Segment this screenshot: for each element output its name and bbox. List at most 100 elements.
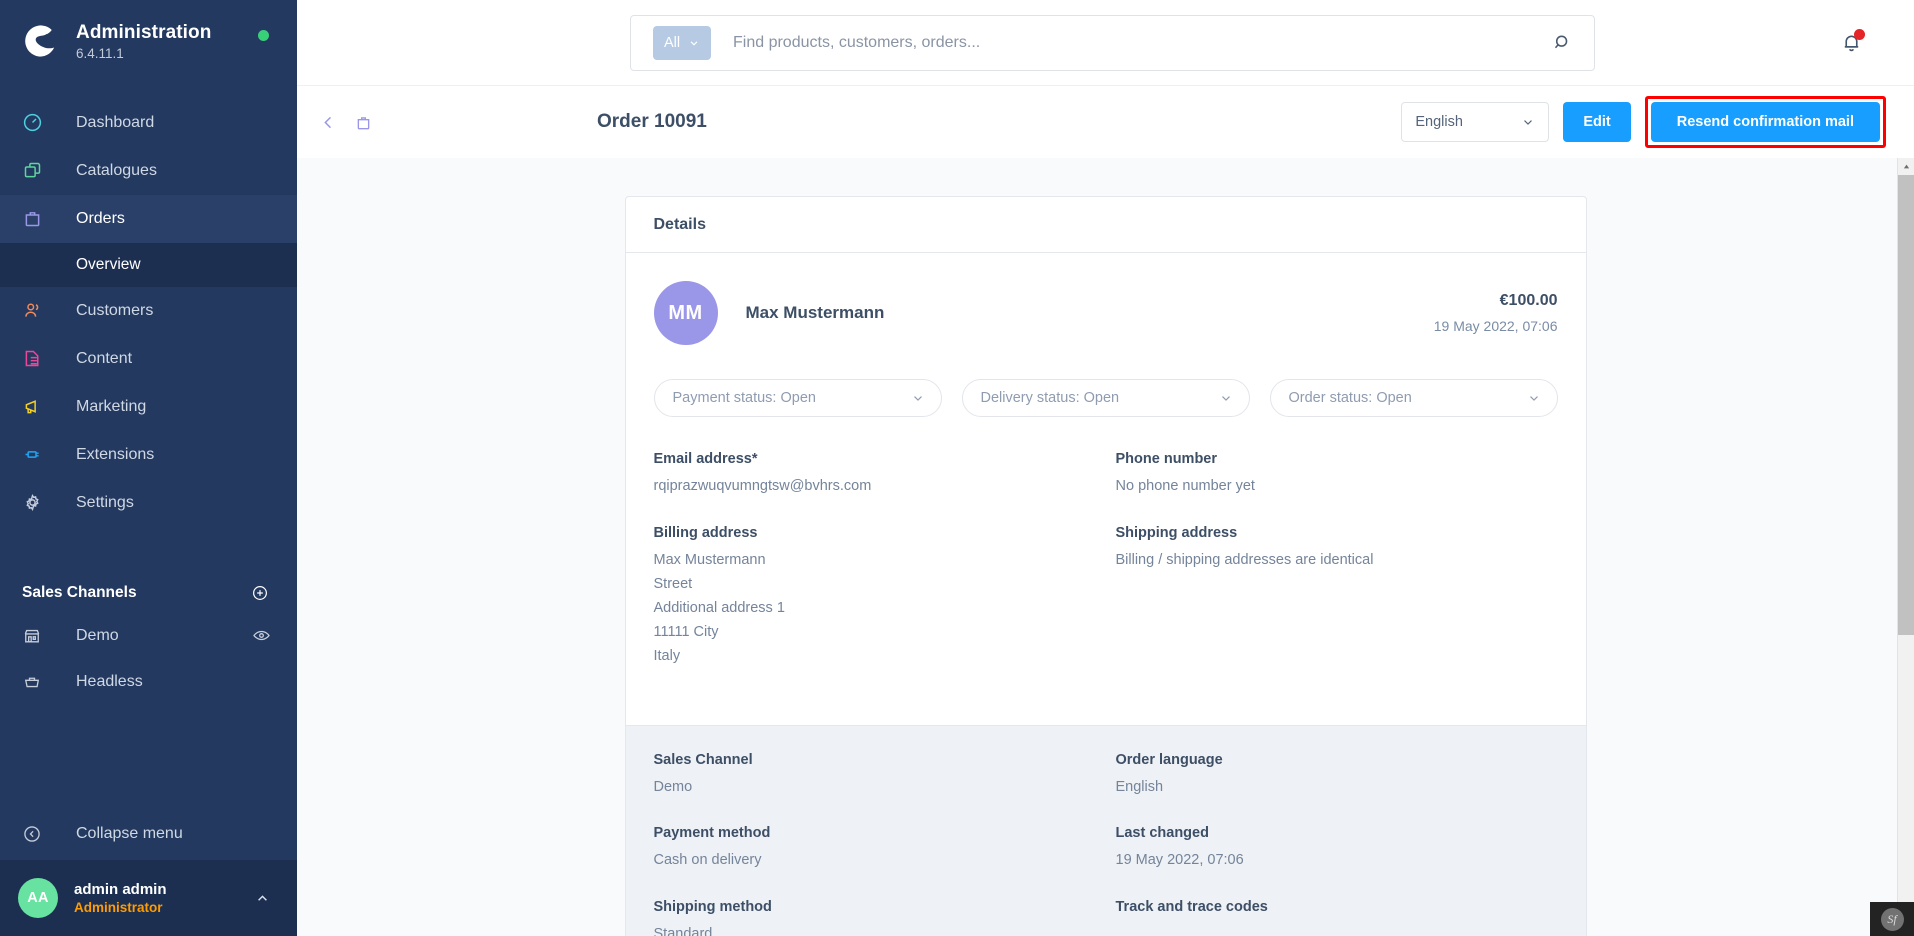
customer-summary: MM Max Mustermann €100.00 19 May 2022, 0… — [653, 281, 1558, 345]
field-value: Billing / shipping addresses are identic… — [1115, 551, 1374, 568]
sidebar-item-label: Content — [76, 349, 133, 367]
field-shipping-method: Shipping method Standard — [654, 899, 1096, 936]
field-sales-channel: Sales Channel Demo — [654, 752, 1096, 800]
scrollbar-thumb[interactable] — [1898, 175, 1914, 635]
collapse-menu-button[interactable]: Collapse menu — [0, 808, 297, 860]
sidebar-item-label: Marketing — [76, 397, 147, 415]
plus-circle-icon[interactable] — [251, 584, 269, 602]
field-value: Standard — [653, 926, 713, 936]
field-payment-method: Payment method Cash on delivery — [654, 825, 1096, 873]
field-value: Max Mustermann Street Additional address… — [653, 551, 785, 664]
edit-button[interactable]: Edit — [1563, 102, 1631, 142]
sidebar-item-customers[interactable]: Customers — [0, 287, 297, 335]
chevron-up-icon[interactable] — [254, 890, 271, 907]
payment-status-select[interactable]: Payment status: Open — [653, 379, 942, 417]
field-label: Shipping address — [1115, 524, 1238, 541]
order-amount: €100.00 — [1499, 292, 1558, 309]
sales-channels-title: Sales Channels — [22, 583, 137, 601]
sidebar-item-catalogues[interactable]: Catalogues — [0, 147, 297, 195]
sidebar-item-label: Dashboard — [76, 113, 155, 131]
sidebar-brand[interactable]: Administration 6.4.11.1 — [0, 0, 297, 85]
sidebar-item-label: Customers — [76, 301, 154, 319]
field-label: Last changed — [1115, 825, 1209, 842]
sidebar-item-marketing[interactable]: Marketing — [0, 383, 297, 431]
sales-channel-label: Headless — [76, 672, 143, 690]
delivery-status-select[interactable]: Delivery status: Open — [961, 379, 1250, 417]
notifications-button[interactable] — [1834, 26, 1868, 60]
smart-bar: Order 10091 English Edit Resend confirma… — [297, 86, 1914, 161]
marketing-icon — [22, 396, 58, 417]
smart-bar-actions: English Edit Resend confirmation mail — [1401, 96, 1886, 148]
chevron-down-icon — [913, 396, 922, 401]
chevron-down-icon — [1529, 396, 1538, 401]
sidebar-item-dashboard[interactable]: Dashboard — [0, 99, 297, 147]
sidebar-item-settings[interactable]: Settings — [0, 479, 297, 527]
resend-confirmation-mail-button[interactable]: Resend confirmation mail — [1650, 102, 1880, 142]
sidebar-item-label: Orders — [76, 209, 125, 227]
global-search[interactable]: All — [630, 14, 1595, 71]
app-root: Administration 6.4.11.1 Dashboard Catalo… — [0, 0, 1914, 936]
symfony-profiler-toolbar[interactable]: Sf — [1870, 902, 1914, 936]
sidebar: Administration 6.4.11.1 Dashboard Catalo… — [0, 0, 297, 936]
symfony-logo-icon: Sf — [1880, 907, 1904, 931]
chevron-down-icon — [690, 40, 698, 46]
status-dot — [258, 30, 269, 41]
meta-fields: Sales Channel Demo Order language Englis… — [654, 752, 1558, 936]
top-search-bar: All — [297, 0, 1914, 86]
sidebar-item-extensions[interactable]: Extensions — [0, 431, 297, 479]
back-button[interactable] — [319, 113, 338, 132]
field-label: Track and trace codes — [1115, 899, 1268, 916]
chevron-left-icon — [324, 116, 332, 128]
user-name: admin admin — [74, 881, 167, 898]
order-status-value: Order status: Open — [1288, 390, 1412, 406]
orders-breadcrumb-button[interactable] — [354, 113, 373, 132]
sidebar-sales-channel-demo[interactable]: Demo — [0, 613, 297, 659]
collapse-menu-label: Collapse menu — [76, 825, 183, 842]
search-scope-label: All — [663, 34, 681, 51]
order-date: 19 May 2022, 07:06 — [1433, 318, 1558, 334]
field-value: No phone number yet — [1115, 478, 1255, 494]
search-scope-dropdown[interactable]: All — [653, 25, 711, 60]
vertical-scrollbar[interactable] — [1897, 158, 1914, 936]
eye-icon[interactable] — [252, 626, 271, 645]
field-phone-number: Phone number No phone number yet — [1116, 451, 1558, 499]
field-label: Email address* — [653, 451, 758, 467]
storefront-icon — [22, 626, 58, 646]
extensions-icon — [22, 444, 58, 465]
field-value: 19 May 2022, 07:06 — [1115, 852, 1244, 869]
sidebar-item-content[interactable]: Content — [0, 335, 297, 383]
sidebar-version: 6.4.11.1 — [76, 45, 124, 61]
payment-status-value: Payment status: Open — [672, 390, 816, 406]
orders-icon — [357, 116, 370, 129]
language-select-value: English — [1415, 114, 1463, 130]
sidebar-item-label: Settings — [76, 493, 134, 511]
sidebar-nav: Dashboard Catalogues Orders Overview Cus… — [0, 99, 297, 527]
search-button[interactable] — [1538, 21, 1586, 65]
sidebar-item-label: Extensions — [76, 445, 155, 463]
field-label: Phone number — [1115, 451, 1218, 467]
sidebar-item-orders[interactable]: Orders — [0, 194, 297, 243]
field-value: Demo — [653, 778, 693, 795]
field-track-and-trace-codes: Track and trace codes — [1116, 899, 1558, 936]
content-area: Details MM Max Mustermann €100.00 19 May… — [297, 158, 1914, 936]
details-card-footer: Sales Channel Demo Order language Englis… — [625, 724, 1586, 936]
customers-icon — [22, 300, 58, 321]
details-card-title: Details — [625, 197, 1586, 253]
scroll-up-arrow[interactable] — [1898, 158, 1914, 175]
field-label: Order language — [1115, 751, 1223, 768]
field-email-address: Email address* rqiprazwuqvumngtsw@bvhrs.… — [654, 451, 1096, 499]
search-input[interactable] — [711, 33, 1538, 52]
language-select[interactable]: English — [1401, 102, 1550, 142]
sidebar-sales-channel-headless[interactable]: Headless — [0, 659, 297, 705]
order-status-select[interactable]: Order status: Open — [1269, 379, 1558, 417]
user-menu[interactable]: AA admin admin Administrator — [0, 860, 297, 936]
sidebar-item-overview[interactable]: Overview — [0, 242, 297, 287]
customer-name[interactable]: Max Mustermann — [746, 303, 885, 323]
main-area: All Find products, customers, orders... … — [297, 0, 1914, 936]
chevron-down-icon — [1221, 396, 1230, 401]
page-title: Order 10091 — [597, 111, 707, 132]
field-value: rqiprazwuqvumngtsw@bvhrs.com — [653, 478, 872, 494]
contact-fields: Email address* rqiprazwuqvumngtsw@bvhrs.… — [654, 451, 1558, 695]
field-value: Cash on delivery — [653, 852, 762, 869]
